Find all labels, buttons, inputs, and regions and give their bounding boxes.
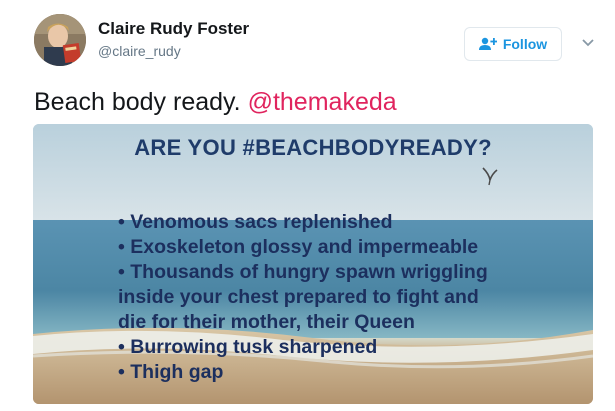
follow-label: Follow [502,36,548,52]
tweet-body: Beach body ready. [34,88,241,116]
poster-bullet-list: • Venomous sacs replenished • Exoskeleto… [118,210,488,385]
tweet-text: Beach body ready. @themakeda [34,88,397,117]
author-name[interactable]: Claire Rudy Foster [98,19,249,39]
follow-button[interactable]: Follow [464,27,562,61]
poster-bullet: • Thigh gap [118,361,224,383]
poster-bullet: inside your chest prepared to fight and [118,286,479,308]
poster-title: ARE YOU #BEACHBODYREADY? [134,135,492,160]
add-user-icon [478,37,497,50]
user-avatar[interactable] [34,14,86,66]
poster-bullet: • Thousands of hungry spawn wriggling [118,261,488,283]
poster-bullet: • Burrowing tusk sharpened [118,336,378,358]
mention-link[interactable]: @themakeda [248,88,397,116]
poster-bullet: die for their mother, their Queen [118,311,415,333]
avatar-photo [34,14,86,66]
chevron-down-icon [582,39,594,47]
tweet-image[interactable]: ARE YOU #BEACHBODYREADY? • Venomous sacs… [33,124,593,404]
more-options-button[interactable] [575,30,601,56]
author-handle[interactable]: @claire_rudy [98,43,181,59]
poster-bullet: • Exoskeleton glossy and impermeable [118,236,479,258]
seagull-icon [482,167,498,186]
poster-bullet: • Venomous sacs replenished [118,211,393,233]
